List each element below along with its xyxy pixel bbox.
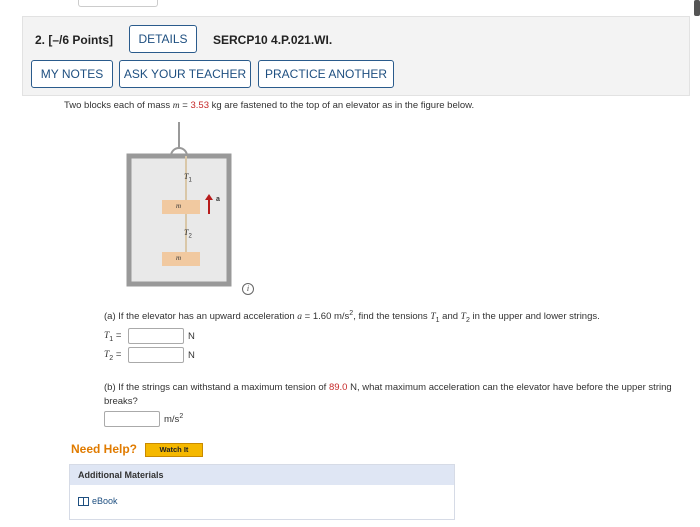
- upper-mass-label: m: [176, 202, 182, 210]
- acceleration-label: a: [216, 196, 220, 203]
- part-b-text: (b) If the strings can withstand a maxim…: [104, 382, 672, 407]
- question-number-label: 2.: [35, 33, 46, 47]
- lower-mass-label: m: [176, 254, 182, 262]
- points-label: [–/6 Points]: [48, 33, 114, 47]
- intro-text-end: kg are fastened to the top of an elevato…: [208, 100, 475, 111]
- additional-materials-panel: Additional Materials eBook: [69, 464, 455, 520]
- mass-variable: m: [172, 101, 180, 111]
- equals-sign: =: [179, 100, 191, 111]
- problem-statement: Two blocks each of mass m = 3.53 kg are …: [64, 100, 474, 111]
- my-notes-button[interactable]: MY NOTES: [31, 60, 113, 88]
- additional-materials-header: Additional Materials: [70, 465, 454, 485]
- question-number: 2. [–/6 Points]: [35, 33, 113, 47]
- t2-unit: N: [188, 349, 195, 361]
- t1-figure-label: T1: [184, 172, 192, 184]
- ebook-link[interactable]: eBook: [78, 496, 118, 506]
- part-a-text: (a) If the elevator has an upward accele…: [104, 310, 600, 325]
- t2-figure-label: T2: [184, 228, 192, 240]
- book-icon: [78, 496, 89, 506]
- accel-unit: m/s2: [164, 412, 184, 426]
- elevator-figure: T1 T2 m m a: [124, 120, 236, 290]
- ebook-label: eBook: [92, 496, 118, 506]
- intro-text: Two blocks each of mass: [64, 100, 173, 111]
- mass-value: 3.53: [190, 100, 209, 111]
- t2-answer-row: T2 = N: [104, 347, 195, 363]
- t1-answer-label: T1 =: [104, 329, 122, 343]
- t1-answer-input[interactable]: [128, 328, 184, 344]
- max-acceleration-input[interactable]: [104, 411, 160, 427]
- t2-answer-label: T2 =: [104, 348, 122, 362]
- details-button[interactable]: DETAILS: [129, 25, 197, 53]
- watch-it-button[interactable]: Watch It: [145, 443, 203, 457]
- t1-answer-row: T1 = N: [104, 328, 195, 344]
- need-help-label: Need Help?: [71, 442, 138, 456]
- accel-answer-row: m/s2: [104, 411, 183, 427]
- t2-answer-input[interactable]: [128, 347, 184, 363]
- max-tension-value: 89.0: [328, 382, 348, 393]
- top-tab-fragment: [78, 0, 158, 7]
- question-header: 2. [–/6 Points] DETAILS SERCP10 4.P.021.…: [22, 16, 690, 96]
- info-icon[interactable]: i: [242, 283, 254, 295]
- question-code: SERCP10 4.P.021.WI.: [213, 33, 333, 47]
- practice-another-button[interactable]: PRACTICE ANOTHER: [258, 60, 394, 88]
- t1-unit: N: [188, 330, 195, 342]
- scrollbar-thumb[interactable]: [694, 0, 700, 16]
- ask-your-teacher-button[interactable]: ASK YOUR TEACHER: [119, 60, 251, 88]
